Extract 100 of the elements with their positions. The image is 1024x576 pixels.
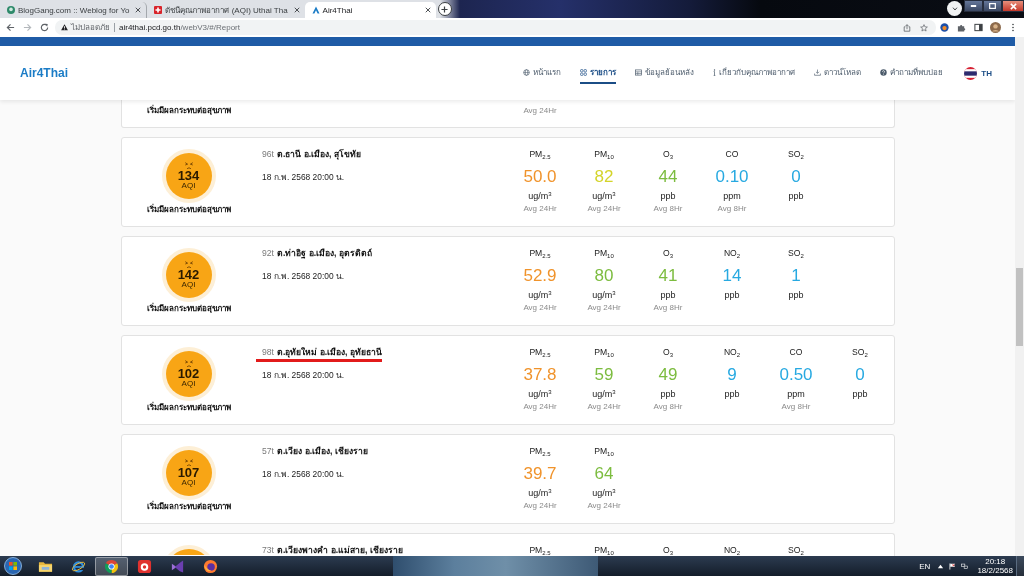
notification-flag-icon[interactable] bbox=[949, 562, 957, 570]
nav-link[interactable]: ข้อมูลย้อนหลัง bbox=[635, 62, 695, 84]
cross-favicon-icon bbox=[154, 6, 163, 14]
station-name: ต.เวียงพางคำ อ.แม่สาย, เชียงราย bbox=[276, 544, 403, 556]
station-card[interactable]: 107 AQI เริ่มมีผลกระทบต่อสุขภาพ 57t ต.เวียง อ.เมือง, เชียงราย 18 ก.พ. 2568 20:00 น. PM$_{2.5}$ 39.7 ug/m$^{3}$ Avg 24Hr PM$_{10}$ 64 ug/m$^{3}$ Avg 24Hr bbox=[121, 434, 895, 524]
close-icon[interactable] bbox=[135, 7, 142, 13]
pollutant-label: PM$_{10}$ bbox=[594, 346, 614, 359]
nav-link[interactable]: รายการ bbox=[580, 62, 617, 84]
station-name: ต.ท่าอิฐ อ.เมือง, อุตรดิตถ์ bbox=[276, 247, 372, 260]
close-icon[interactable] bbox=[424, 7, 431, 13]
pollutant-value: 9 bbox=[727, 365, 737, 385]
report-time: 18 ก.พ. 2568 20:00 น. bbox=[262, 369, 345, 381]
site-logo[interactable]: Air4Thai bbox=[20, 66, 68, 80]
maximize-button[interactable] bbox=[983, 0, 1002, 12]
pollutant-value: 64 bbox=[594, 464, 614, 484]
download-icon bbox=[814, 69, 822, 76]
start-orb-icon[interactable] bbox=[4, 557, 22, 575]
pollutant-label: CO bbox=[725, 148, 739, 161]
average-note: Avg 24Hr bbox=[523, 303, 557, 312]
unit-label: ug/m$^{3}$ bbox=[528, 487, 552, 499]
station-name: ต.ธานี อ.เมือง, สุโขทัย bbox=[276, 148, 361, 161]
unit-label: ppb bbox=[660, 190, 676, 202]
unit-label: ug/m$^{3}$ bbox=[592, 289, 616, 301]
pollutant-label: PM$_{10}$ bbox=[594, 148, 614, 161]
angry-face-icon bbox=[183, 161, 194, 170]
new-tab-button[interactable] bbox=[437, 2, 452, 16]
pollutant-label: PM$_{10}$ bbox=[594, 544, 614, 556]
puzzle-icon[interactable] bbox=[957, 23, 966, 32]
report-time: 18 ก.พ. 2568 20:00 น. bbox=[262, 468, 345, 480]
warning-icon bbox=[61, 24, 68, 31]
browser-tab[interactable]: Air4Thai bbox=[304, 2, 436, 18]
language-link[interactable]: TH bbox=[964, 66, 992, 80]
browser-tab[interactable]: ดัชนีคุณภาพอากาศ (AQI) Uthai Tha bbox=[147, 2, 305, 18]
clock-time[interactable]: 20:18 bbox=[985, 557, 1006, 566]
help-icon bbox=[880, 69, 888, 76]
station-code: 98t bbox=[262, 346, 274, 359]
pollutant-label: PM$_{2.5}$ bbox=[529, 445, 551, 458]
round-extension-icon[interactable] bbox=[940, 23, 949, 32]
chevron-down-icon bbox=[951, 6, 958, 11]
taskbar-button[interactable] bbox=[95, 556, 128, 576]
url-text[interactable]: air4thai.pcd.go.th/webV3/#/Report bbox=[119, 23, 240, 32]
average-note: Avg 8Hr bbox=[653, 204, 683, 213]
avatar-icon[interactable] bbox=[990, 22, 1001, 33]
station-card[interactable] bbox=[121, 335, 895, 425]
average-note: Avg 24Hr bbox=[523, 402, 557, 411]
unit-label: ug/m$^{3}$ bbox=[528, 289, 552, 301]
pollutant-label: SO$_{2}$ bbox=[788, 148, 804, 161]
unit-label: ppb bbox=[724, 388, 740, 400]
grid-icon bbox=[580, 69, 588, 76]
round-favicon-icon bbox=[7, 6, 15, 14]
pollutant-value: 59 bbox=[594, 365, 614, 385]
unit-label: ppm bbox=[723, 190, 741, 202]
close-icon[interactable] bbox=[293, 7, 300, 13]
aqi-label: AQI bbox=[181, 380, 196, 389]
nav-link[interactable]: ดาวน์โหลด bbox=[814, 62, 862, 84]
clock-date[interactable]: 18/2/2568 bbox=[977, 566, 1013, 575]
unit-label: ug/m$^{3}$ bbox=[528, 190, 552, 202]
average-note: Avg 24Hr bbox=[587, 204, 621, 213]
station-name: ต.เวียง อ.เมือง, เชียงราย bbox=[276, 445, 368, 458]
health-status: เริ่มมีผลกระทบต่อสุขภาพ bbox=[146, 303, 231, 314]
show-desktop-button[interactable] bbox=[1016, 556, 1024, 576]
aqi-label: AQI bbox=[181, 281, 196, 290]
pollutant-label: PM$_{2.5}$ bbox=[529, 247, 551, 260]
unit-label: ppb bbox=[724, 289, 740, 301]
flag-icon bbox=[964, 66, 978, 80]
pollutant-value: 14 bbox=[722, 266, 742, 286]
aqi-value: 102 bbox=[177, 367, 200, 381]
nav-link[interactable]: หน้าแรก bbox=[523, 62, 562, 84]
scrollbar-thumb[interactable] bbox=[1016, 268, 1023, 346]
nav-link[interactable]: เกี่ยวกับคุณภาพอากาศ bbox=[713, 62, 796, 84]
aqi-label: AQI bbox=[181, 479, 196, 488]
station-card[interactable] bbox=[121, 236, 895, 326]
back-arrow-icon[interactable] bbox=[6, 23, 15, 32]
reload-icon[interactable] bbox=[40, 23, 49, 32]
station-card[interactable] bbox=[121, 137, 895, 227]
ribbon-logo-icon bbox=[170, 558, 185, 574]
side-panel-icon[interactable] bbox=[974, 23, 983, 32]
tray-expand-icon[interactable] bbox=[937, 562, 945, 570]
input-language[interactable]: EN bbox=[919, 561, 931, 571]
unit-label: ug/m$^{3}$ bbox=[592, 388, 616, 400]
peak-favicon-icon bbox=[311, 6, 320, 14]
network-icon[interactable] bbox=[961, 562, 969, 570]
station-card[interactable]: 73t ต.เวียงพางคำ อ.แม่สาย, เชียงราย PM$_{2.5}$ PM$_{10}$ O$_{3}$ NO$_{2}$ SO$_{2}$ bbox=[121, 533, 895, 556]
average-note: Avg 24Hr bbox=[587, 501, 621, 510]
pollutant-label: PM$_{2.5}$ bbox=[529, 346, 551, 359]
average-note: Avg 24Hr bbox=[587, 402, 621, 411]
nav-link[interactable]: คำถามที่พบบ่อย bbox=[880, 62, 944, 84]
star-icon[interactable] bbox=[920, 23, 928, 32]
health-status: เริ่มมีผลกระทบต่อสุขภาพ bbox=[146, 204, 231, 215]
address-bar[interactable]: ไม่ปลอดภัย air4thai.pcd.go.th/webV3/#/Report bbox=[55, 20, 936, 35]
share-icon[interactable] bbox=[903, 23, 911, 32]
close-button[interactable] bbox=[1002, 0, 1024, 12]
minimize-button[interactable] bbox=[964, 0, 983, 12]
pollutant-value: 39.7 bbox=[523, 464, 557, 484]
tab-search-button[interactable] bbox=[947, 1, 962, 16]
pollutant-label: O$_{3}$ bbox=[663, 346, 673, 359]
fox-globe-icon bbox=[203, 558, 218, 574]
pollutant-label: O$_{3}$ bbox=[663, 544, 673, 556]
pollutant-value: 50.0 bbox=[523, 167, 557, 187]
average-note: Avg 8Hr bbox=[717, 204, 747, 213]
